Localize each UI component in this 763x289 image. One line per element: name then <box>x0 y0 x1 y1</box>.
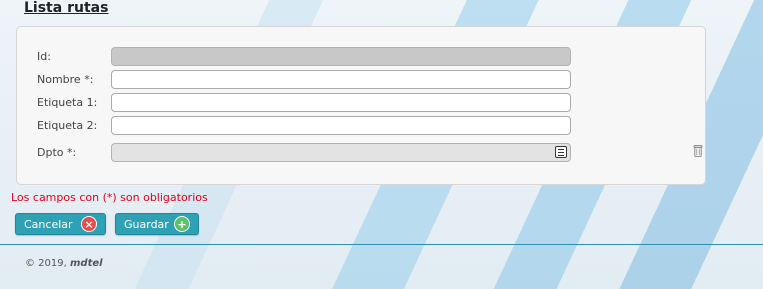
close-circle-icon: × <box>81 216 97 232</box>
row-id: Id: <box>37 47 697 67</box>
form-panel: Id: Nombre *: Etiqueta 1: Etiqueta 2: Dp… <box>16 26 706 185</box>
copyright-text: © 2019, <box>25 258 67 269</box>
save-button[interactable]: Guardar + <box>115 213 199 235</box>
row-nombre: Nombre *: <box>37 70 697 90</box>
nombre-label: Nombre *: <box>37 73 94 86</box>
footer-divider <box>0 244 763 245</box>
trash-icon[interactable] <box>693 145 703 157</box>
save-button-label: Guardar <box>124 217 169 231</box>
row-etiqueta-1: Etiqueta 1: <box>37 93 697 113</box>
footer: © 2019, mdtel <box>25 258 103 269</box>
dpto-label: Dpto *: <box>37 146 77 159</box>
required-fields-note: Los campos con (*) son obligatorios <box>11 191 208 204</box>
cancel-button[interactable]: Cancelar × <box>15 213 106 235</box>
list-icon[interactable] <box>555 146 567 158</box>
etiqueta-2-field[interactable] <box>111 116 571 135</box>
page-title: Lista rutas <box>24 0 109 16</box>
etiqueta-2-label: Etiqueta 2: <box>37 119 98 132</box>
cancel-button-label: Cancelar <box>24 217 73 231</box>
row-etiqueta-2: Etiqueta 2: <box>37 116 697 136</box>
id-label: Id: <box>37 50 51 63</box>
row-dpto: Dpto *: <box>37 143 703 163</box>
id-field <box>111 47 571 66</box>
etiqueta-1-label: Etiqueta 1: <box>37 96 98 109</box>
dpto-field[interactable] <box>111 143 571 162</box>
etiqueta-1-field[interactable] <box>111 93 571 112</box>
plus-circle-icon: + <box>174 216 190 232</box>
footer-brand: mdtel <box>70 258 103 269</box>
nombre-field[interactable] <box>111 70 571 89</box>
